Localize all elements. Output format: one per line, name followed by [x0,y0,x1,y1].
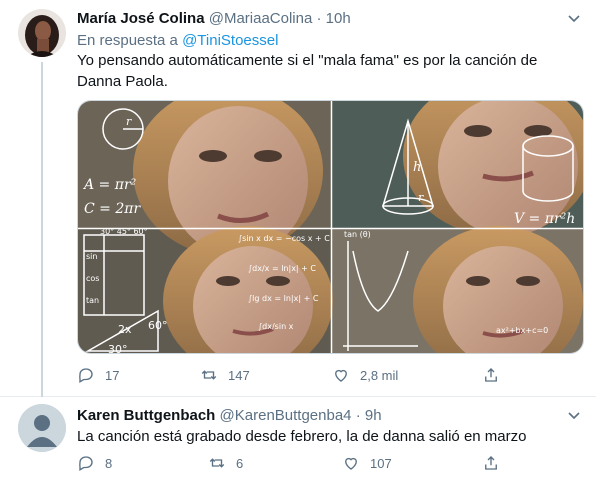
reply-to-link[interactable]: @TiniStoessel [182,32,278,49]
tweet-image[interactable]: r A = πr² C = 2πr h r V = πr²h ∫sin x dx… [77,100,584,354]
formula-circumference: C = 2πr [84,201,141,217]
angle-header: 30° 45° 60° [100,227,148,236]
tweet-actions: 8 6 107 [77,453,507,473]
like-count: 2,8 mil [360,367,399,383]
avatar[interactable] [18,404,66,452]
like-button[interactable]: 2,8 mil [332,365,398,385]
user-handle[interactable]: @MariaaColina [209,10,313,27]
tweet[interactable]: Karen Buttgenbach @KarenButtgenba4 · 9h … [0,397,596,485]
svg-text:60°: 60° [148,319,168,332]
share-button[interactable] [482,453,510,473]
formula-area: A = πr² [82,177,137,193]
like-count: 107 [370,455,392,471]
retweet-count: 147 [228,367,250,383]
svg-text:sin: sin [86,252,97,261]
reply-context: En respuesta a @TiniStoessel [77,32,278,49]
retweet-count: 6 [236,455,244,471]
avatar[interactable] [18,9,66,57]
share-button[interactable] [482,365,510,385]
tweet-header: Karen Buttgenbach @KarenButtgenba4 · 9h [77,407,382,425]
default-avatar-icon [18,404,66,452]
share-icon [485,456,497,470]
thread-line [41,62,43,397]
share-icon [485,368,497,382]
svg-text:2x: 2x [118,323,132,336]
formula-integral-2: ∫dx/x = ln|x| + C [248,264,316,273]
formula-volume: V = πr²h [514,211,575,227]
caret-down-icon[interactable] [566,407,582,423]
timestamp[interactable]: 9h [365,407,382,424]
tweet[interactable]: María José Colina @MariaaColina · 10h En… [0,0,596,397]
caret-down-icon[interactable] [566,10,582,26]
display-name[interactable]: Karen Buttgenbach [77,407,215,424]
retweet-button[interactable]: 147 [200,365,250,385]
meme-image: r A = πr² C = 2πr h r V = πr²h ∫sin x dx… [78,101,583,354]
formula-integral-3: ∫lg dx = ln|x| + C [248,294,319,303]
tweet-actions: 17 147 2,8 mil [77,365,507,385]
like-icon [345,457,357,470]
tweet-text: La canción está grabado desde febrero, l… [77,428,527,445]
retweet-button[interactable]: 6 [208,453,243,473]
formula-integral-1: ∫sin x dx = −cos x + C [238,234,330,243]
svg-text:ax²+bx+c=0: ax²+bx+c=0 [496,326,548,335]
formula-r: r [126,115,132,128]
reply-prefix: En respuesta a [77,32,178,49]
reply-button[interactable]: 17 [77,365,119,385]
like-button[interactable]: 107 [342,453,392,473]
reply-icon [79,456,93,471]
reply-count: 17 [105,367,120,383]
separator: · [316,10,322,27]
reply-button[interactable]: 8 [77,453,112,473]
reply-icon [79,368,93,383]
separator: · [355,407,361,424]
svg-text:cos: cos [86,274,99,283]
tweet-text: Yo pensando automáticamente si el "mala … [77,52,538,90]
svg-text:tan: tan [86,296,99,305]
retweet-icon [209,458,225,468]
svg-text:30°: 30° [108,343,128,354]
formula-r2: r [418,191,424,204]
tweet-header: María José Colina @MariaaColina · 10h [77,10,351,28]
timestamp[interactable]: 10h [326,10,351,27]
svg-text:tan (θ): tan (θ) [344,230,371,239]
user-handle[interactable]: @KarenButtgenba4 [220,407,352,424]
reply-count: 8 [105,455,113,471]
avatar-photo [18,9,66,57]
formula-h: h [413,160,421,175]
display-name[interactable]: María José Colina [77,10,205,27]
retweet-icon [201,370,217,380]
formula-integral-4: ∫dx/sin x [258,322,294,331]
like-icon [335,369,347,382]
